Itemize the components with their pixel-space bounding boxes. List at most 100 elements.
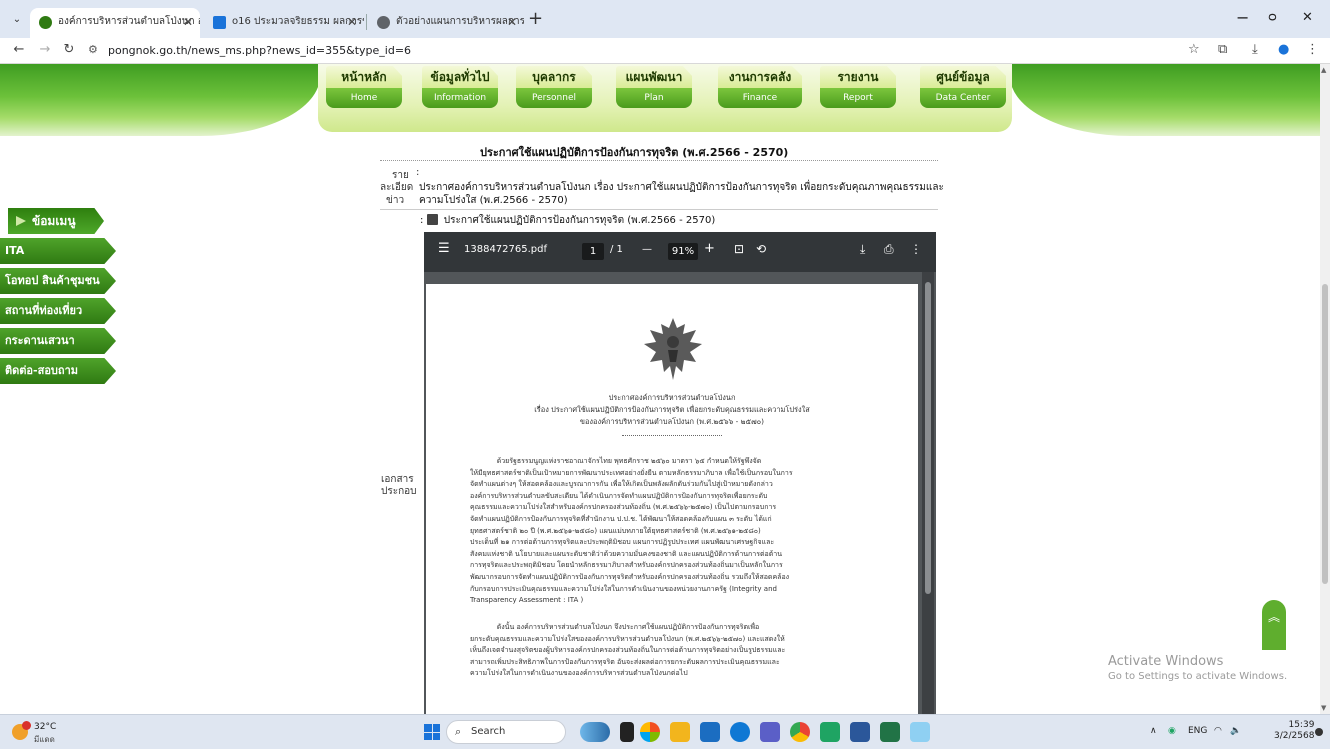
- doc-line: พัฒนากรอบการจัดทำแผนปฏิบัติการป้องกันการ…: [470, 572, 790, 581]
- doc-divider: [622, 435, 722, 436]
- word-app-icon[interactable]: [850, 722, 870, 742]
- line-app-icon[interactable]: [820, 722, 840, 742]
- pdf-print-icon[interactable]: ⎙: [884, 242, 894, 257]
- pdf-more-icon[interactable]: ⋮: [910, 242, 922, 256]
- widgets-app-icon[interactable]: [580, 722, 610, 742]
- pdf-fit-page-icon[interactable]: ⊡: [734, 242, 744, 256]
- tab-search-icon[interactable]: ⌄: [8, 11, 26, 29]
- doc-label-line2: ประกอบ: [381, 486, 417, 497]
- tab-ethics[interactable]: o16 ประมวลจริยธรรม ผลการขับเคล ✕: [204, 8, 364, 38]
- pdf-zoom-in-button[interactable]: +: [704, 241, 715, 256]
- pdf-toolbar: ☰ 1388472765.pdf 1 / 1 — 91% + ⊡ ⟲ ⤓ ⎙ ⋮: [424, 232, 936, 272]
- sidebar-item-contact[interactable]: ติดต่อ-สอบถาม: [0, 358, 116, 384]
- tab-example-plan[interactable]: ตัวอย่างแผนการบริหารผลการพัฒน ✕: [368, 8, 524, 38]
- menu-kebab-icon[interactable]: ⋮: [1306, 42, 1319, 57]
- back-arrow-icon[interactable]: ←: [10, 41, 28, 59]
- bookmark-star-icon[interactable]: ☆: [1188, 42, 1200, 57]
- new-tab-button[interactable]: +: [528, 9, 543, 29]
- windows-start-icon[interactable]: [424, 724, 440, 740]
- row-divider: [380, 209, 938, 210]
- pdf-scrollbar-thumb[interactable]: [925, 282, 931, 594]
- back-to-top-button[interactable]: ︽: [1262, 600, 1286, 650]
- tray-app-icon[interactable]: ◉: [1168, 726, 1176, 736]
- chrome-app-icon[interactable]: [790, 722, 810, 742]
- doc-line: จัดทำแผนปฏิบัติการป้องกันการทุจริตที่สำน…: [470, 514, 772, 523]
- menu-plan[interactable]: แผนพัฒนา Plan: [616, 66, 692, 114]
- photos-app-icon[interactable]: [640, 722, 660, 742]
- doc-line: องค์การบริหารส่วนตำบลขับสะเดียน ได้ดำเนิ…: [470, 491, 768, 500]
- doc-paragraph-1: ด้วยรัฐธรรมนูญแห่งราชอาณาจักรไทย พุทธศัก…: [470, 456, 882, 607]
- pdf-zoom-out-button[interactable]: —: [642, 244, 652, 255]
- page-scrollbar[interactable]: ▲ ▼: [1320, 64, 1330, 714]
- snipping-app-icon[interactable]: [910, 722, 930, 742]
- download-icon[interactable]: ⤓: [1252, 42, 1258, 57]
- url-field[interactable]: pongnok.go.th/news_ms.php?news_id=355&ty…: [108, 44, 411, 57]
- doc-heading-line2: เรื่อง ประกาศใช้แผนปฏิบัติการป้องกันการท…: [534, 405, 810, 414]
- store-app-icon[interactable]: [700, 722, 720, 742]
- menu-personnel[interactable]: บุคลากร Personnel: [516, 66, 592, 114]
- doc-line: การทุจริตและประพฤติมิชอบ โดยนำหลักธรรมาภ…: [470, 561, 783, 570]
- sidebar-item-attractions[interactable]: สถานที่ท่องเที่ยว: [0, 298, 116, 324]
- restore-button[interactable]: ᴑ: [1268, 8, 1277, 28]
- menu-label-en: Personnel: [516, 88, 592, 108]
- pdf-scrollbar[interactable]: [922, 272, 934, 714]
- taskbar-search[interactable]: ⌕ Search: [446, 720, 566, 744]
- reload-icon[interactable]: ↻: [60, 41, 78, 59]
- speaker-icon[interactable]: 🔈: [1230, 726, 1241, 736]
- menu-label-en: Finance: [718, 88, 802, 108]
- browser-tab-bar: ⌄ องค์การบริหารส่วนตำบลโป่งนก อำเภ ✕ o16…: [0, 0, 1330, 38]
- doc-line: เห็นถึงเจตจำนงสุจริตของผู้บริหารองค์กรปก…: [470, 646, 786, 655]
- close-tab-icon[interactable]: ✕: [347, 8, 357, 36]
- taskbar-clock[interactable]: 15:39 3/2/2568: [1274, 720, 1314, 742]
- menu-data-center[interactable]: ศูนย์ข้อมูล Data Center: [920, 66, 1006, 114]
- profile-icon[interactable]: ●: [1278, 42, 1289, 57]
- main-menu: หน้าหลัก Home ข้อมูลทั่วไป Information บ…: [318, 64, 1012, 132]
- scroll-down-arrow-icon[interactable]: ▼: [1321, 704, 1326, 712]
- doc-line: สังคมแห่งชาติ นโยบายและแผนระดับชาติว่าด้…: [470, 549, 782, 558]
- attachment-link[interactable]: : ประกาศใช้แผนปฏิบัติการป้องกันการทุจริต…: [420, 213, 715, 228]
- pdf-page-input[interactable]: 1: [582, 243, 604, 260]
- tray-chevron-up-icon[interactable]: ∧: [1150, 726, 1157, 736]
- pdf-viewer: ☰ 1388472765.pdf 1 / 1 — 91% + ⊡ ⟲ ⤓ ⎙ ⋮…: [424, 232, 936, 714]
- close-window-button[interactable]: ✕: [1302, 8, 1313, 28]
- menu-information[interactable]: ข้อมูลทั่วไป Information: [422, 66, 498, 114]
- page-scrollbar-thumb[interactable]: [1322, 284, 1328, 584]
- tray-language[interactable]: ENG: [1188, 726, 1207, 736]
- doc-line: ด้วยรัฐธรรมนูญแห่งราชอาณาจักรไทย พุทธศัก…: [470, 457, 762, 465]
- search-icon: ⌕: [455, 725, 462, 738]
- pdf-zoom-input[interactable]: 91%: [668, 243, 698, 260]
- doc-line: ให้มียุทธศาสตร์ชาติเป็นเป้าหมายการพัฒนาป…: [470, 468, 793, 477]
- task-view-icon[interactable]: [620, 722, 634, 742]
- minimize-button[interactable]: −: [1236, 8, 1249, 28]
- doc-line: จัดทำแผนต่างๆ ให้สอดคล้องและบูรณาการกัน …: [470, 480, 773, 489]
- file-explorer-icon[interactable]: [670, 722, 690, 742]
- menu-label-th: หน้าหลัก: [326, 66, 402, 88]
- doc-line: ประเด็นที่ ๒๑ การต่อต้านการทุจริตและประพ…: [470, 538, 775, 547]
- menu-report[interactable]: รายงาน Report: [820, 66, 896, 114]
- floppy-disk-icon: [426, 214, 438, 225]
- sidebar-item-ita[interactable]: ITA: [0, 238, 116, 264]
- extensions-icon[interactable]: ⧉: [1218, 42, 1227, 57]
- address-bar-row: ← → ↻ ⚙ pongnok.go.th/news_ms.php?news_i…: [0, 38, 1330, 64]
- sidebar-item-otop[interactable]: โอทอป สินค้าชุมชน: [0, 268, 116, 294]
- menu-home[interactable]: หน้าหลัก Home: [326, 66, 402, 114]
- close-tab-icon[interactable]: ✕: [507, 8, 517, 36]
- notification-bell-icon[interactable]: [1315, 728, 1323, 736]
- pdf-rotate-icon[interactable]: ⟲: [756, 242, 766, 256]
- menu-finance[interactable]: งานการคลัง Finance: [718, 66, 802, 114]
- edge-app-icon[interactable]: [730, 722, 750, 742]
- sidebar-item-forum[interactable]: กระดานเสวนา: [0, 328, 116, 354]
- pdf-download-icon[interactable]: ⤓: [860, 242, 865, 257]
- tab-pongnok[interactable]: องค์การบริหารส่วนตำบลโป่งนก อำเภ ✕: [30, 8, 200, 38]
- excel-app-icon[interactable]: [880, 722, 900, 742]
- teams-app-icon[interactable]: [760, 722, 780, 742]
- close-tab-icon[interactable]: ✕: [183, 8, 193, 36]
- wifi-icon[interactable]: ◠: [1214, 726, 1222, 736]
- scroll-up-arrow-icon[interactable]: ▲: [1321, 66, 1326, 74]
- forward-arrow-icon[interactable]: →: [36, 41, 54, 59]
- pdf-page-pane[interactable]: ประกาศองค์การบริหารส่วนตำบลโป่งนก เรื่อง…: [424, 272, 936, 714]
- pdf-menu-icon[interactable]: ☰: [438, 241, 450, 256]
- pdf-page: ประกาศองค์การบริหารส่วนตำบลโป่งนก เรื่อง…: [426, 284, 918, 714]
- doc-line: กับกรอบการประเมินคุณธรรมและความโปร่งใสใน…: [470, 584, 777, 593]
- site-info-icon[interactable]: ⚙: [88, 43, 98, 56]
